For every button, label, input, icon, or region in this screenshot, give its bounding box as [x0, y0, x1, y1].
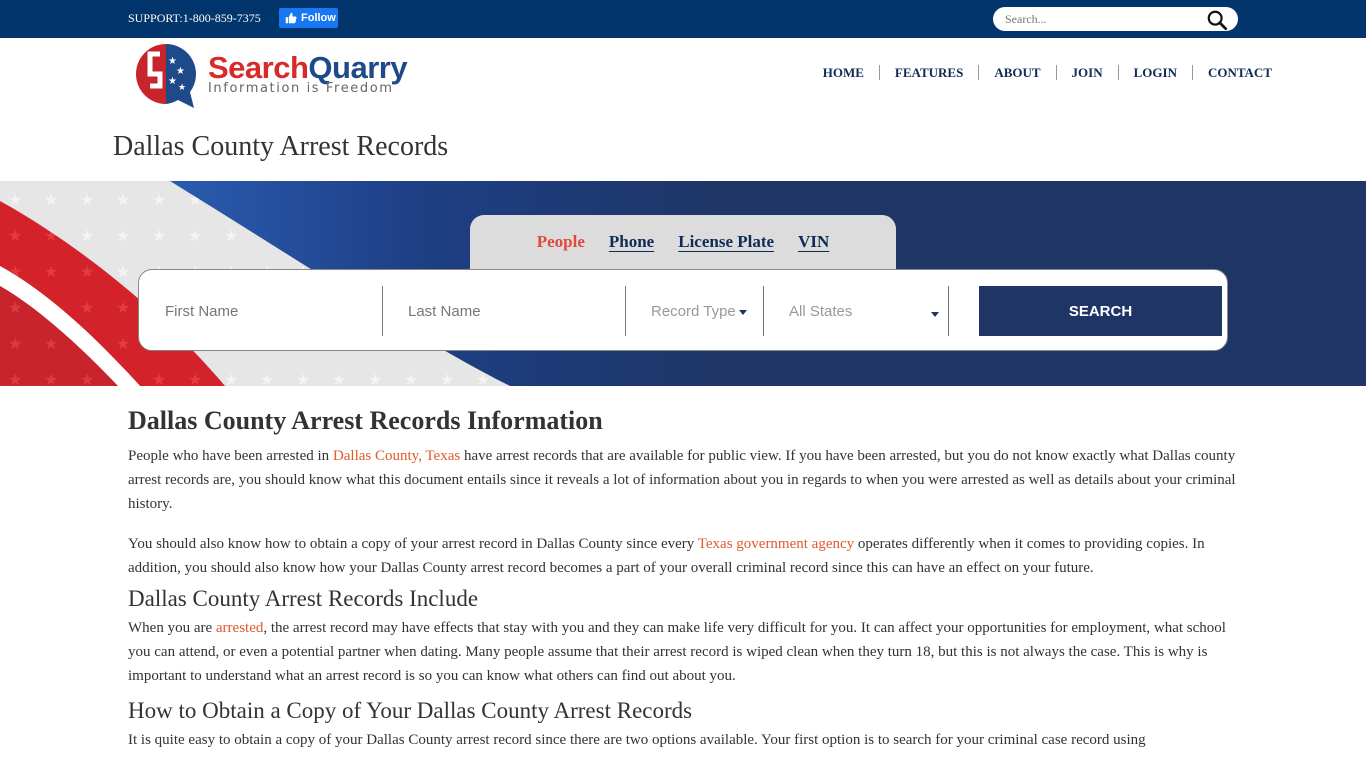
caret-down-icon [738, 310, 747, 315]
arrested-link[interactable]: arrested [216, 620, 263, 636]
svg-text:★: ★ [178, 82, 186, 92]
article-content: Dallas County Arrest Records Information… [128, 404, 1236, 768]
first-name-field [165, 286, 375, 336]
article-paragraph: It is quite easy to obtain a copy of you… [128, 732, 1146, 748]
logo-tagline: Information is Freedom [208, 81, 394, 96]
field-divider [382, 286, 383, 336]
field-divider [625, 286, 626, 336]
svg-text:★: ★ [168, 76, 177, 87]
tab-vin[interactable]: VIN [798, 232, 829, 252]
dallas-county-texas-link[interactable]: Dallas County, Texas [333, 448, 460, 464]
state-select[interactable]: All States [789, 286, 939, 336]
facebook-follow-button[interactable]: Follow [279, 8, 338, 28]
field-divider [948, 286, 949, 336]
top-search-input[interactable] [1005, 10, 1195, 28]
last-name-field [408, 286, 618, 336]
tab-people[interactable]: People [537, 232, 585, 252]
follow-label: Follow [301, 12, 336, 24]
tab-phone[interactable]: Phone [609, 232, 654, 252]
nav-features[interactable]: FEATURES [878, 65, 978, 80]
section-heading-include: Dallas County Arrest Records Include [128, 586, 479, 611]
first-name-input[interactable] [165, 302, 375, 320]
tab-license-plate[interactable]: License Plate [678, 232, 774, 252]
people-search-form: Record Type All States SEARCH [138, 269, 1228, 351]
nav-contact[interactable]: CONTACT [1191, 65, 1272, 80]
search-button[interactable]: SEARCH [979, 286, 1222, 336]
top-search-box [993, 7, 1238, 31]
field-divider [763, 286, 764, 336]
texas-government-agency-link[interactable]: Texas government agency [698, 536, 854, 552]
search-type-tabs: People Phone License Plate VIN [470, 215, 896, 271]
section-heading-obtain: How to Obtain a Copy of Your Dallas Coun… [128, 698, 693, 723]
logo-emblem-icon: ★ ★ ★ ★ [136, 44, 196, 108]
support-phone[interactable]: SUPPORT:1-800-859-7375 [128, 11, 261, 26]
nav-login[interactable]: LOGIN [1117, 65, 1192, 80]
caret-down-icon [931, 312, 939, 317]
article-paragraph: People who have been arrested in Dallas … [128, 448, 1236, 512]
article-paragraph: When you are arrested, the arrest record… [128, 620, 1226, 684]
article-heading: Dallas County Arrest Records Information [128, 406, 603, 435]
record-type-select[interactable]: Record Type [651, 286, 761, 336]
state-value: All States [789, 302, 853, 320]
main-nav: HOME FEATURES ABOUT JOIN LOGIN CONTACT [808, 65, 1272, 80]
svg-text:★: ★ [176, 66, 185, 77]
nav-join[interactable]: JOIN [1055, 65, 1118, 80]
logo-wordmark: SearchQuarry [208, 50, 408, 85]
record-type-value: Record Type [651, 302, 736, 320]
page-title: Dallas County Arrest Records [113, 131, 449, 162]
article-paragraph: You should also know how to obtain a cop… [128, 536, 1205, 576]
nav-home[interactable]: HOME [808, 65, 879, 80]
search-icon[interactable] [1206, 9, 1228, 31]
nav-about[interactable]: ABOUT [978, 65, 1055, 80]
top-bar: SUPPORT:1-800-859-7375 Follow [0, 0, 1366, 38]
search-banner: ★ ★ People Phone License Plate VIN R [0, 181, 1366, 386]
last-name-input[interactable] [408, 302, 618, 320]
thumbs-up-icon [285, 12, 297, 24]
site-logo[interactable]: ★ ★ ★ ★ SearchQuarry Information is Free… [128, 40, 428, 112]
